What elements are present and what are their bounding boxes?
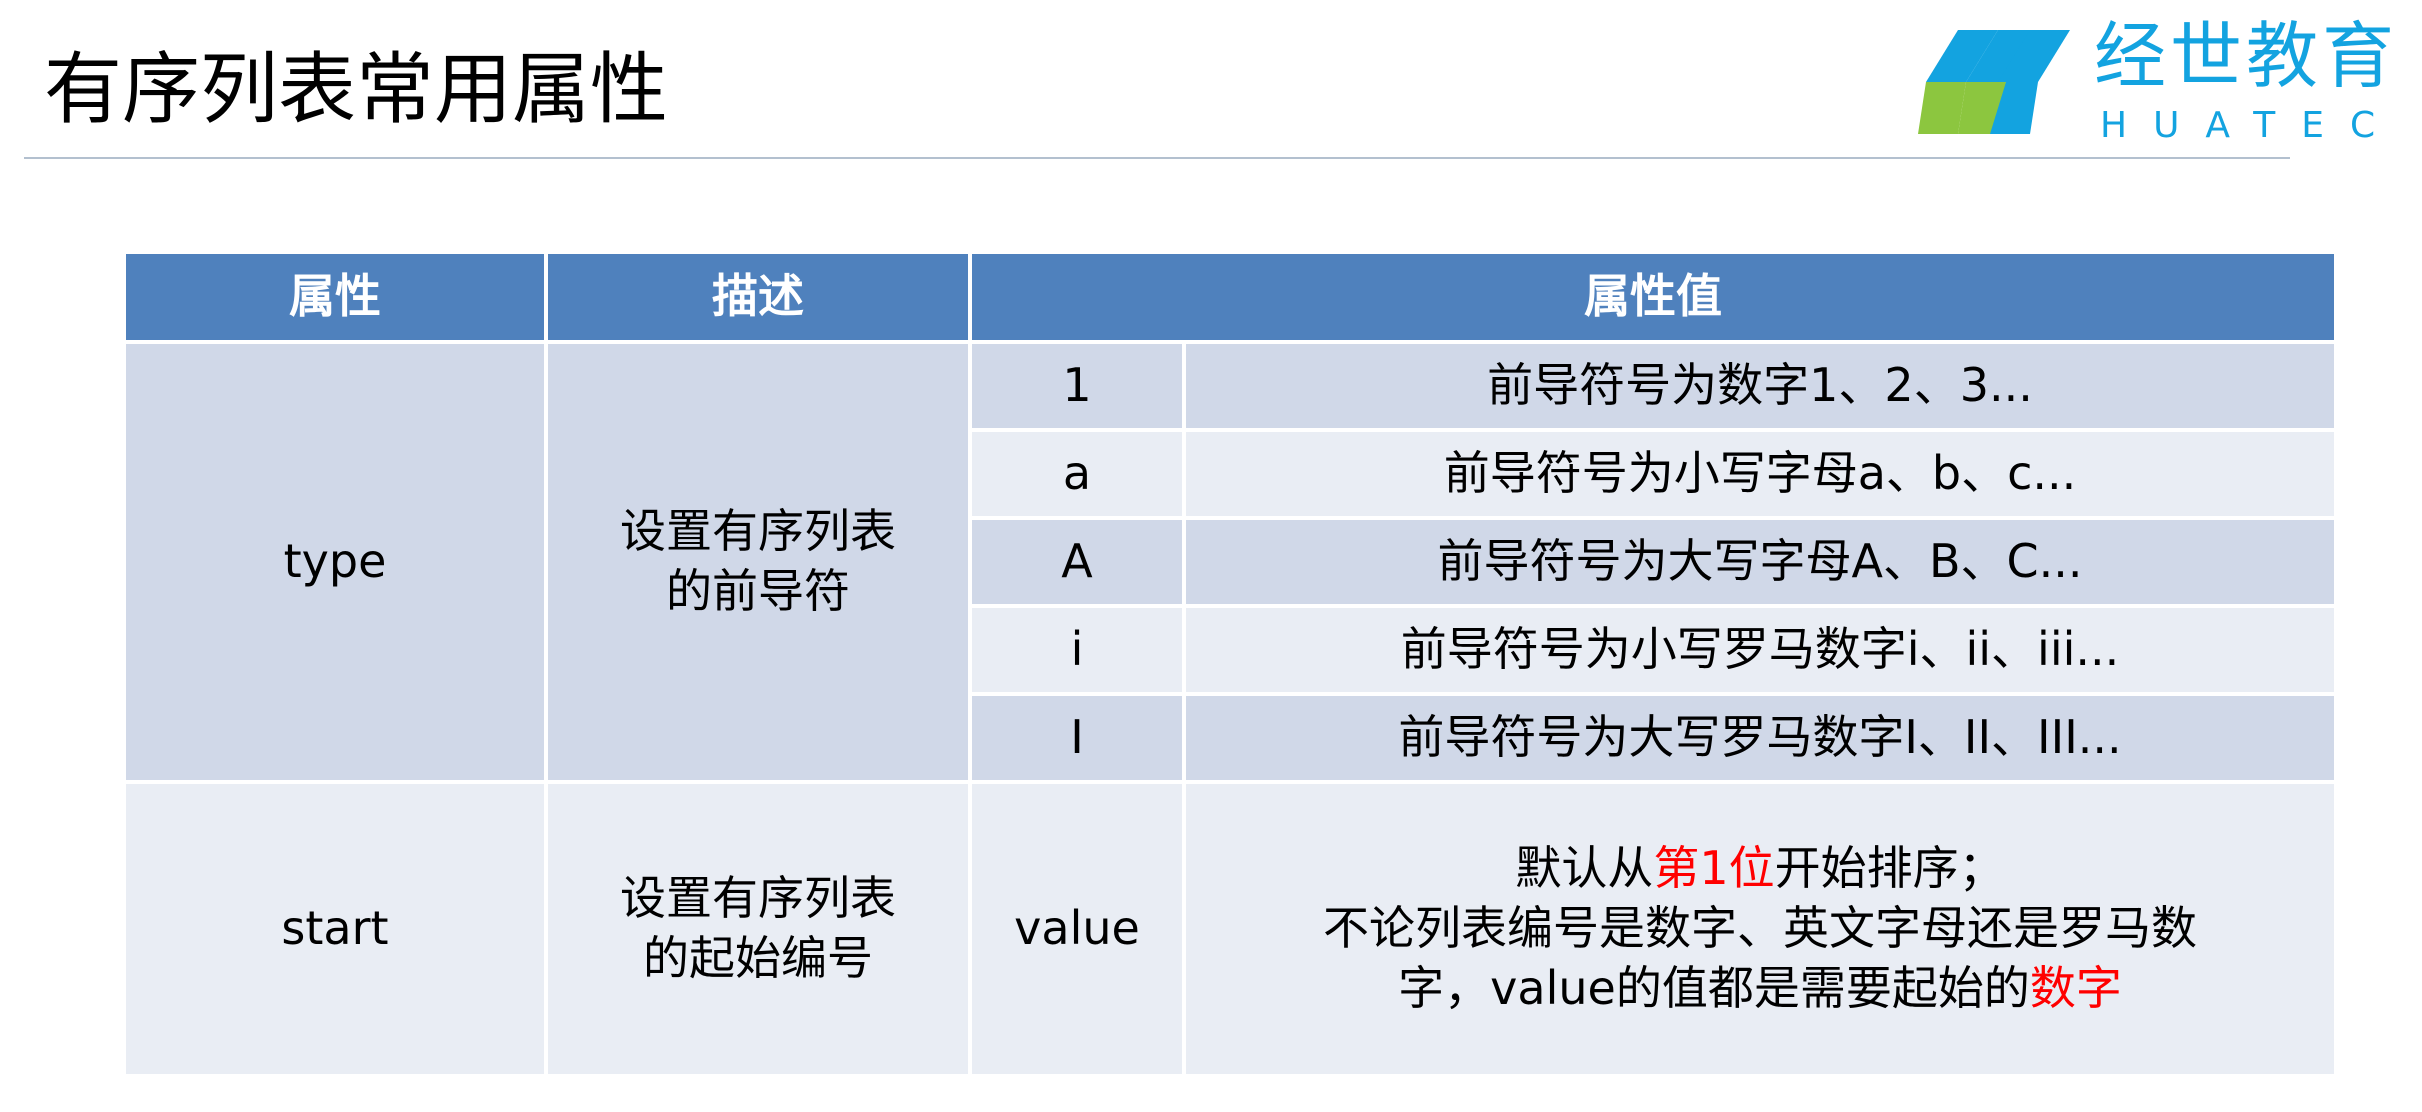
start-meaning-cell: 默认从第1位开始排序； 不论列表编号是数字、英文字母还是罗马数 字，value的… [1182,780,2338,1078]
start-note-line-2: 不论列表编号是数字、英文字母还是罗马数 [1323,901,2197,956]
attr-type-cell: type [122,340,548,784]
type-value-cell: a [968,428,1186,520]
description-line: 的前导符 [666,564,850,618]
description-line: 的起始编号 [643,931,873,985]
type-meaning-cell: 前导符号为数字1、2、3... [1182,340,2338,432]
type-value-cell: 1 [968,340,1186,432]
header-attribute: 属性 [122,250,548,344]
type-value-cell: i [968,604,1186,696]
attr-type-description: 设置有序列表 的前导符 [544,340,972,784]
description-line: 设置有序列表 [620,871,896,926]
type-meaning-cell: 前导符号为小写罗马数字i、ii、iii... [1182,604,2338,696]
start-value-cell: value [968,780,1186,1078]
note-text: 开始排序； [1774,841,2005,896]
note-text: 字，value的值都是需要起始的 [1398,960,2030,1015]
highlighted-text: 第1位 [1653,841,1775,896]
attr-start-description: 设置有序列表 的起始编号 [544,780,972,1078]
table-row: start 设置有序列表 的起始编号 value 默认从第1位开始排序； 不论列… [122,780,2338,1078]
type-value-cell: I [968,692,1186,784]
logo-chinese-text: 经世教育 [2094,14,2399,98]
ordered-list-attributes-table: 属性 描述 属性值 type 设置有序列表 的前导符 1 前导符号为数字1、2、… [122,250,2338,1078]
type-meaning-cell: 前导符号为大写罗马数字I、II、III... [1182,692,2338,784]
type-meaning-cell: 前导符号为大写字母A、B、C... [1182,516,2338,608]
highlighted-text: 数字 [2029,960,2122,1015]
logo: 经世教育 HUATEC [1918,20,2398,144]
header-description: 描述 [544,250,972,344]
logo-english-text: HUATEC [2100,105,2402,146]
start-note-line-1: 默认从第1位开始排序； [1202,839,2318,899]
page-title: 有序列表常用属性 [44,45,669,135]
type-value-cell: A [968,516,1186,608]
attr-start-cell: start [122,780,548,1078]
type-meaning-cell: 前导符号为小写字母a、b、c... [1182,428,2338,520]
table-header-row: 属性 描述 属性值 [122,250,2338,344]
description-line: 设置有序列表 [620,504,896,559]
huatec-logo-icon [1918,30,2070,134]
table-row: type 设置有序列表 的前导符 1 前导符号为数字1、2、3... [122,340,2338,784]
title-divider [24,157,2290,159]
start-note-line-3: 字，value的值都是需要起始的数字 [1202,959,2318,1019]
header-attribute-value: 属性值 [968,250,2338,344]
note-text: 默认从 [1515,841,1654,896]
slide: 有序列表常用属性 经世教育 HUATEC 属性 描述 属性值 type 设置有序… [0,0,2422,1112]
